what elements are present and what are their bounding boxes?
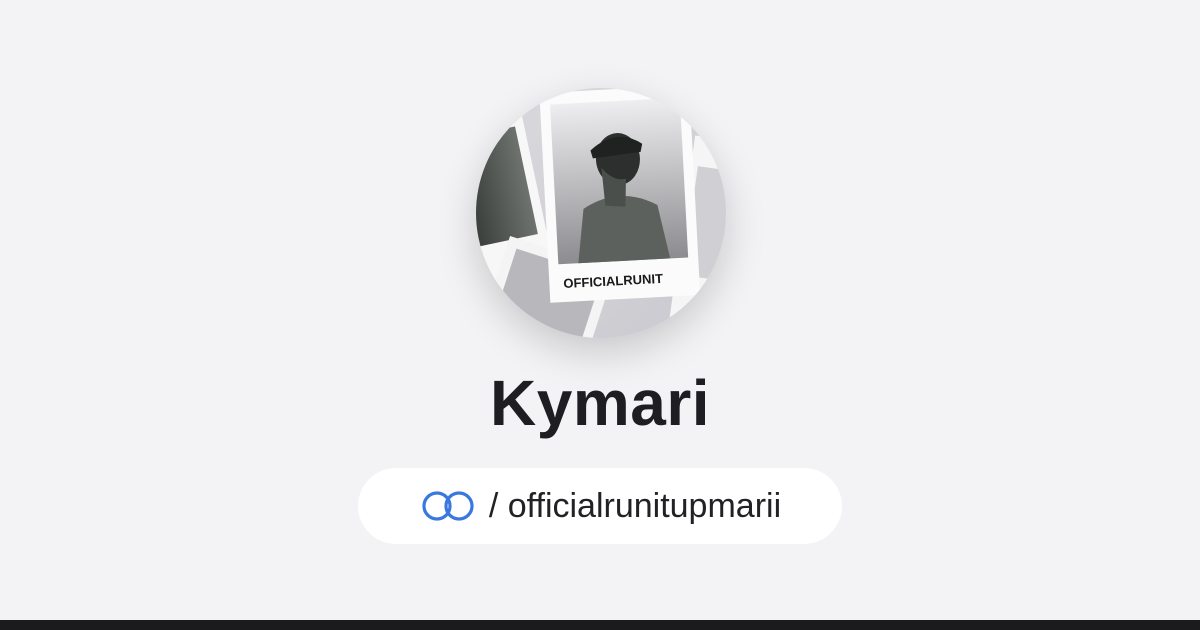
handle-text: / officialrunitupmarii <box>488 486 782 525</box>
linked-rings-icon <box>419 489 477 523</box>
profile-avatar: OFFICIALRUNIT <box>476 88 726 338</box>
profile-handle-link[interactable]: / officialrunitupmarii <box>358 468 842 544</box>
avatar-image: OFFICIALRUNIT <box>476 88 726 338</box>
profile-name: Kymari <box>490 367 710 439</box>
bottom-bar <box>0 620 1200 630</box>
